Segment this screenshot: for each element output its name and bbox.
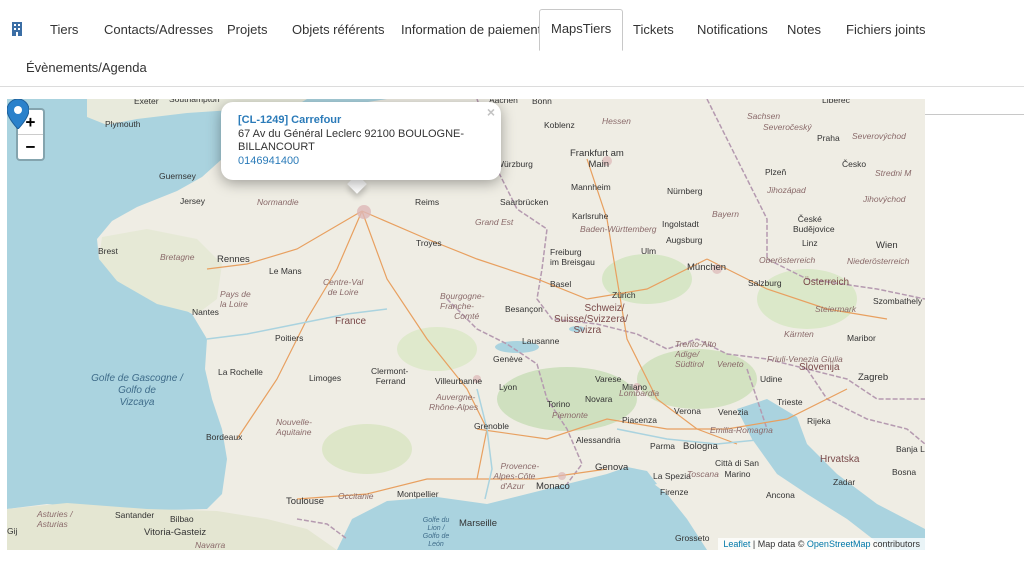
tab-evenements-agenda[interactable]: Évènements/Agenda (26, 60, 147, 76)
popup-phone-link[interactable]: 0146941400 (238, 155, 468, 169)
divider (925, 114, 1024, 115)
attribution-separator: | Map data © (750, 539, 807, 549)
tab-projets[interactable]: Projets (227, 22, 267, 38)
tab-bar: Tiers Contacts/Adresses Projets Objets r… (0, 0, 1024, 87)
attribution-suffix: contributors (870, 539, 920, 549)
tab-tickets[interactable]: Tickets (633, 22, 674, 38)
building-icon (12, 22, 22, 36)
zoom-out-button[interactable]: − (18, 134, 43, 159)
popup-title-link[interactable]: [CL-1249] Carrefour (238, 114, 468, 128)
tab-fichiers-joints[interactable]: Fichiers joints (846, 22, 925, 38)
openstreetmap-link[interactable]: OpenStreetMap (807, 539, 871, 549)
tab-objets-referents[interactable]: Objets référents (292, 22, 385, 38)
popup-address: 67 Av du Général Leclerc 92100 BOULOGNE-… (238, 127, 465, 154)
map-view[interactable]: Exeter Southampton Aachen Bonn Liberec P… (7, 99, 925, 550)
close-icon[interactable]: × (487, 104, 495, 120)
tab-information-paiement[interactable]: Information de paiement (401, 22, 541, 38)
leaflet-link[interactable]: Leaflet (723, 539, 750, 549)
tab-tiers[interactable]: Tiers (50, 22, 78, 38)
map-attribution: Leaflet | Map data © OpenStreetMap contr… (718, 538, 925, 550)
map-marker-icon[interactable] (7, 99, 29, 129)
tab-notes[interactable]: Notes (787, 22, 821, 38)
marker-popup: × [CL-1249] Carrefour 67 Av du Général L… (221, 102, 501, 180)
tab-contacts-adresses[interactable]: Contacts/Adresses (104, 22, 213, 38)
tab-notifications[interactable]: Notifications (697, 22, 768, 38)
tab-mapstiers[interactable]: MapsTiers (539, 9, 624, 51)
